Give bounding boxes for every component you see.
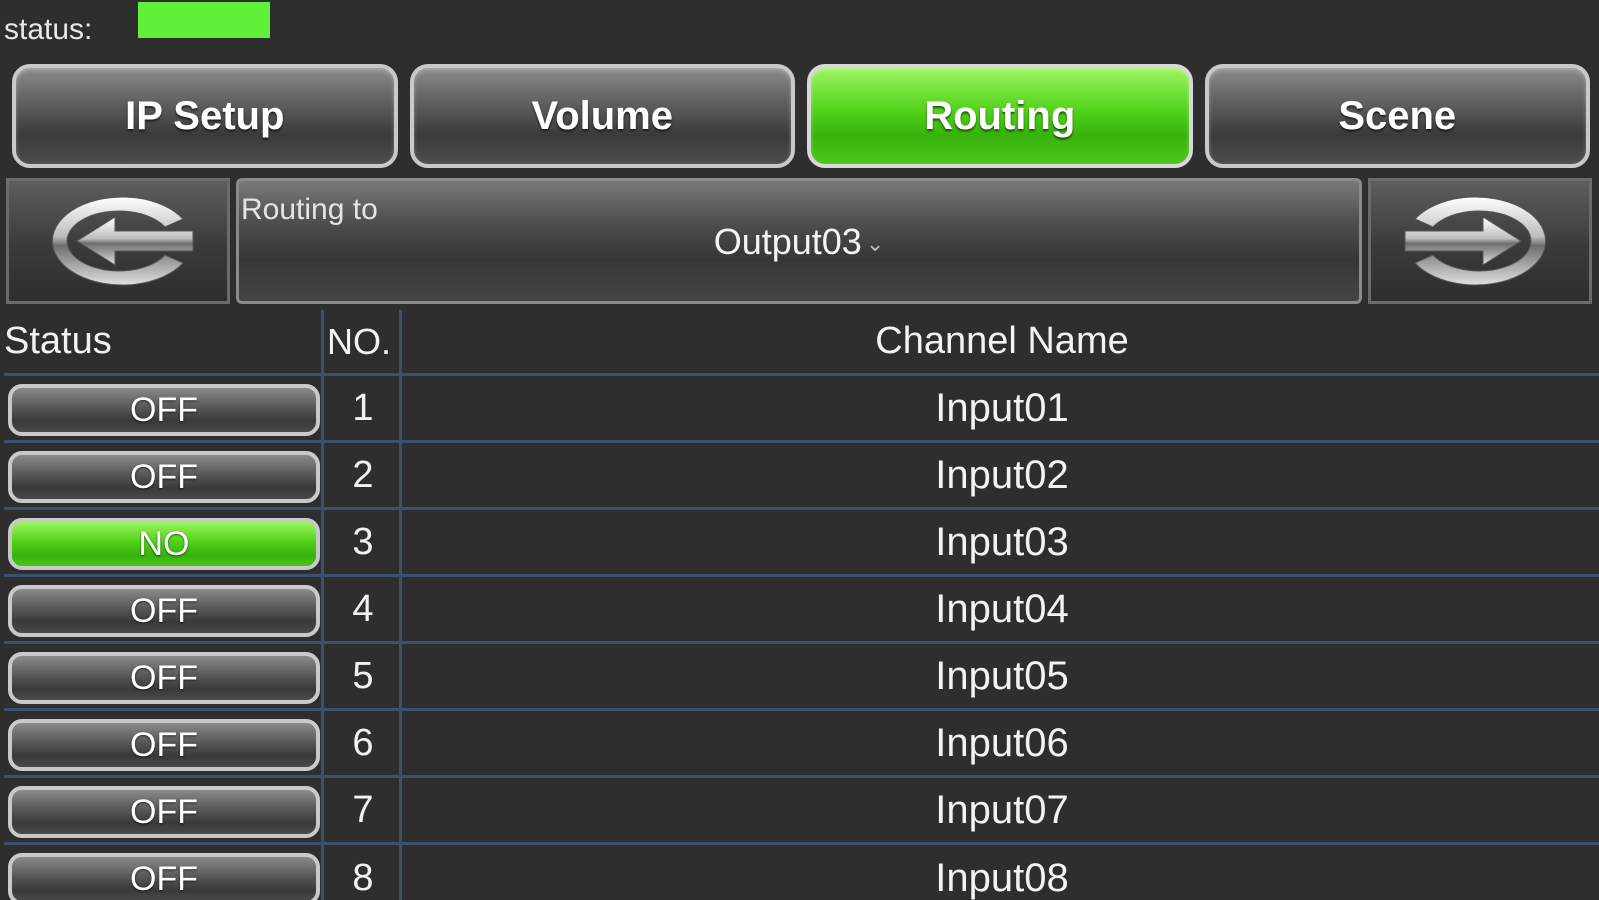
routing-value-wrap: Output03 ⌄ [239, 221, 1359, 263]
status-cell: OFF [4, 711, 324, 775]
table-row: OFF 4 Input04 [4, 577, 1599, 644]
next-output-button[interactable] [1368, 178, 1592, 304]
status-toggle-2[interactable]: OFF [8, 451, 320, 503]
tab-volume[interactable]: Volume [409, 64, 795, 168]
tab-ip-setup[interactable]: IP Setup [12, 64, 398, 168]
routing-target-dropdown[interactable]: Routing to Output03 ⌄ [236, 178, 1362, 304]
status-label: status: [4, 13, 93, 46]
arrow-left-icon [51, 196, 194, 286]
status-toggle-7[interactable]: OFF [8, 786, 320, 838]
channel-number: 6 [327, 711, 402, 775]
status-cell: OFF [4, 443, 324, 507]
table-header: Status NO. Channel Name [4, 310, 1599, 376]
status-cell: OFF [4, 778, 324, 842]
app-root: status: IP Setup Volume Routing Scene Ro… [0, 0, 1599, 900]
arrow-right-icon [1404, 196, 1547, 286]
table-row: NO 3 Input03 [4, 510, 1599, 577]
status-cell: OFF [4, 644, 324, 708]
status-cell: OFF [4, 376, 324, 440]
table-row: OFF 6 Input06 [4, 711, 1599, 778]
table-row: OFF 7 Input07 [4, 778, 1599, 845]
tab-routing[interactable]: Routing [807, 64, 1193, 168]
channel-name: Input06 [935, 720, 1069, 765]
tab-bar: IP Setup Volume Routing Scene [12, 64, 1590, 168]
header-no: NO. [327, 310, 402, 373]
channel-number: 4 [327, 577, 402, 641]
channel-number: 5 [327, 644, 402, 708]
chevron-down-icon: ⌄ [865, 231, 885, 257]
status-toggle-4[interactable]: OFF [8, 585, 320, 637]
channel-number: 7 [327, 778, 402, 842]
status-cell: OFF [4, 845, 324, 900]
routing-value: Output03 [713, 221, 862, 262]
prev-output-button[interactable] [6, 178, 230, 304]
status-cell: NO [4, 510, 324, 574]
header-channel-name: Channel Name [875, 320, 1129, 362]
status-indicator [138, 2, 270, 38]
table-row: OFF 2 Input02 [4, 443, 1599, 510]
status-toggle-8[interactable]: OFF [8, 853, 320, 900]
channel-number: 3 [327, 510, 402, 574]
table-row: OFF 8 Input08 [4, 845, 1599, 900]
table-row: OFF 1 Input01 [4, 376, 1599, 443]
header-status: Status [4, 310, 324, 373]
channel-number: 8 [327, 845, 402, 900]
channel-name: Input05 [935, 653, 1069, 698]
status-toggle-6[interactable]: OFF [8, 719, 320, 771]
channel-name: Input04 [935, 586, 1069, 631]
channel-name: Input07 [935, 787, 1069, 832]
channel-name: Input02 [935, 452, 1069, 497]
status-cell: OFF [4, 577, 324, 641]
channel-number: 1 [327, 376, 402, 440]
status-row: status: [4, 10, 92, 50]
table-row: OFF 5 Input05 [4, 644, 1599, 711]
routing-table: Status NO. Channel Name OFF 1 Input01 OF… [4, 310, 1599, 900]
channel-name: Input03 [935, 519, 1069, 564]
status-toggle-5[interactable]: OFF [8, 652, 320, 704]
status-toggle-1[interactable]: OFF [8, 384, 320, 436]
channel-name: Input01 [935, 385, 1069, 430]
tab-scene[interactable]: Scene [1204, 64, 1590, 168]
status-toggle-3[interactable]: NO [8, 518, 320, 570]
channel-name: Input08 [935, 856, 1069, 900]
channel-number: 2 [327, 443, 402, 507]
